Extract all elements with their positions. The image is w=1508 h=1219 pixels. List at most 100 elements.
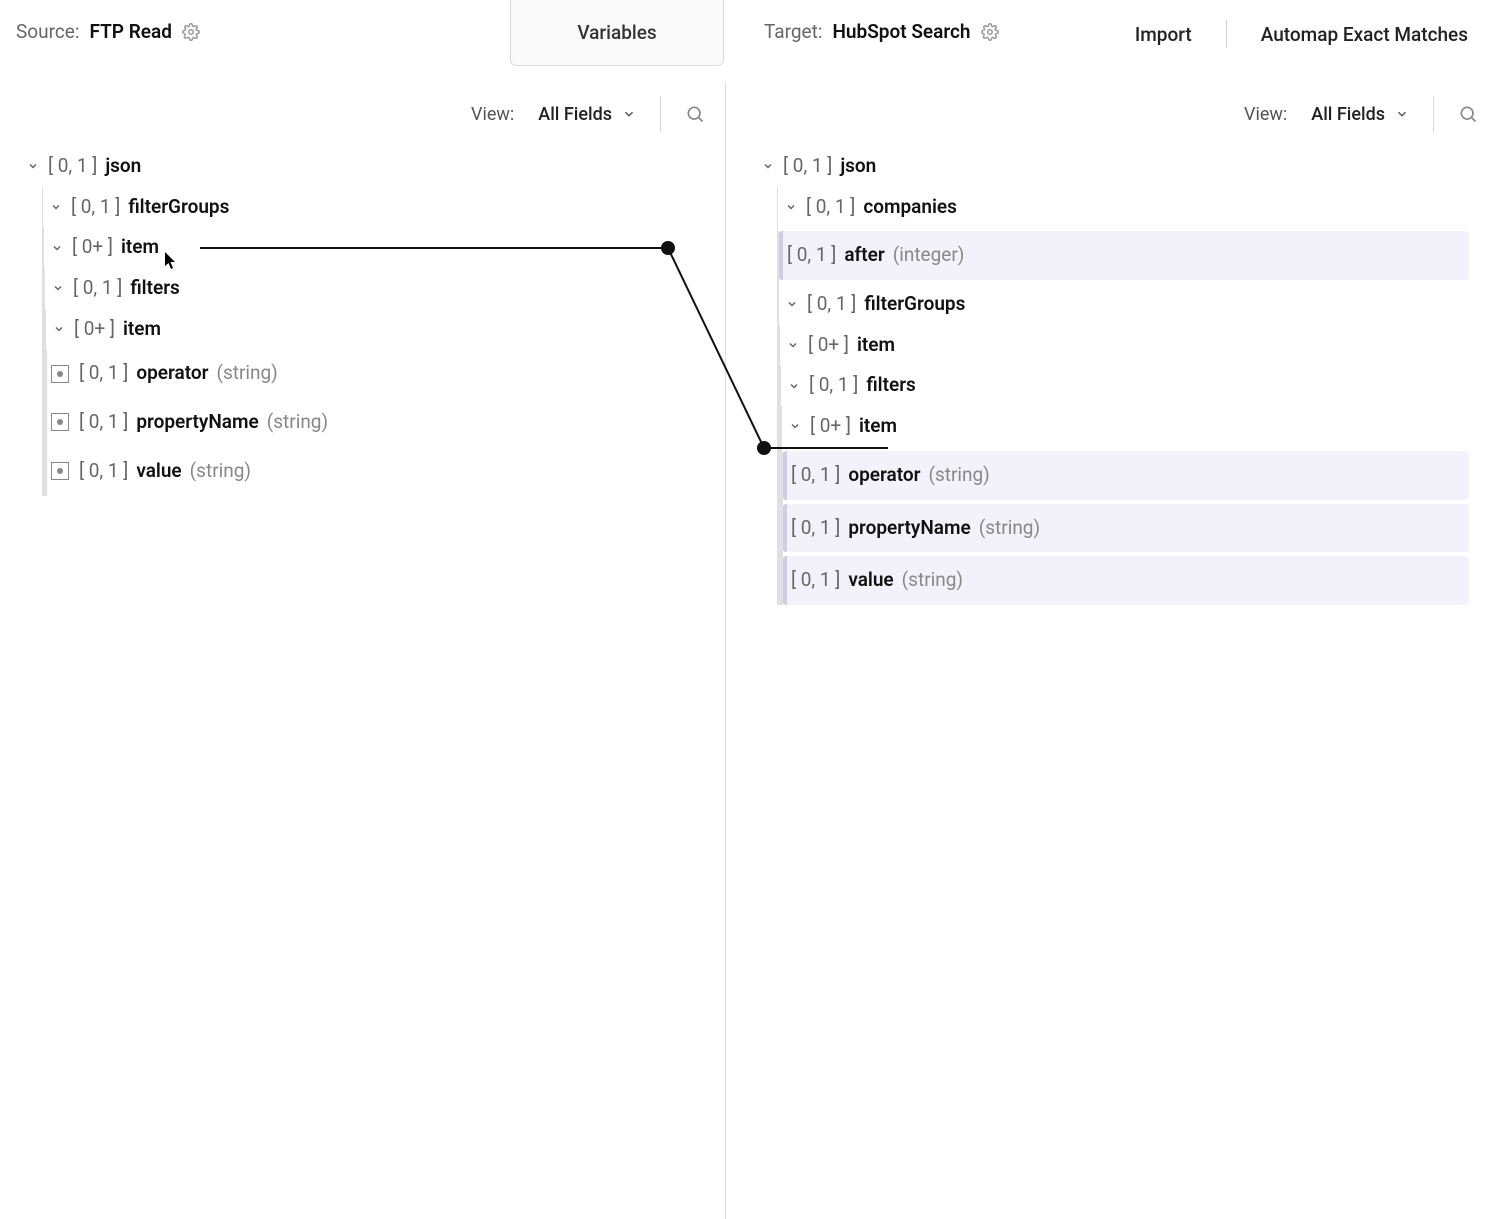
tree-node-item[interactable]: [ 0+ ] item [44, 227, 715, 268]
gear-icon[interactable] [981, 23, 999, 41]
cardinality: [ 0, 1 ] [79, 410, 128, 435]
import-button[interactable]: Import [1135, 23, 1192, 46]
chevron-down-icon[interactable] [49, 279, 67, 297]
chevron-down-icon [1395, 107, 1409, 121]
node-type: (string) [928, 463, 989, 488]
gear-icon[interactable] [182, 23, 200, 41]
automap-button[interactable]: Automap Exact Matches [1261, 23, 1468, 46]
view-value: All Fields [538, 104, 612, 125]
cardinality: [ 0, 1 ] [783, 154, 832, 179]
cardinality: [ 0, 1 ] [787, 243, 836, 268]
tree-node-json[interactable]: [ 0, 1 ] json [20, 146, 715, 187]
view-label: View: [1244, 104, 1287, 125]
node-type: (string) [190, 459, 251, 484]
source-label: Source: [16, 20, 79, 43]
source-value: FTP Read [89, 20, 171, 43]
chevron-down-icon [622, 107, 636, 121]
node-name: filterGroups [128, 195, 229, 220]
tree-leaf-value[interactable]: [ 0, 1 ] value (string) [47, 447, 715, 496]
target-block: Target: HubSpot Search [724, 0, 1015, 43]
node-name: operator [136, 361, 208, 386]
cardinality: [ 0, 1 ] [79, 361, 128, 386]
tree-node-filtergroups[interactable]: [ 0, 1 ] filterGroups [779, 284, 1475, 325]
tree-leaf-operator[interactable]: [ 0, 1 ] operator (string) [47, 349, 715, 398]
field-icon [51, 462, 69, 480]
view-select[interactable]: All Fields [538, 104, 636, 125]
tree-leaf-after[interactable]: [ 0, 1 ] after (integer) [779, 231, 1469, 280]
node-type: (string) [902, 568, 963, 593]
search-icon[interactable] [685, 104, 705, 124]
tree-node-item[interactable]: [ 0+ ] item [782, 406, 1475, 447]
chevron-down-icon[interactable] [47, 198, 65, 216]
chevron-down-icon[interactable] [782, 198, 800, 216]
chevron-down-icon[interactable] [785, 377, 803, 395]
field-icon [51, 365, 69, 383]
cardinality: [ 0, 1 ] [809, 373, 858, 398]
target-value: HubSpot Search [832, 20, 970, 43]
panels: [ 0, 1 ] json [ 0, 1 ] filterGroups [ 0+… [0, 142, 1508, 619]
cardinality: [ 0, 1 ] [73, 276, 122, 301]
cardinality: [ 0, 1 ] [806, 195, 855, 220]
chevron-down-icon[interactable] [759, 157, 777, 175]
tree-leaf-operator[interactable]: [ 0, 1 ] operator (string) [783, 451, 1469, 500]
node-name: item [123, 317, 161, 342]
node-type: (string) [267, 410, 328, 435]
cardinality: [ 0+ ] [810, 414, 851, 439]
search-icon[interactable] [1458, 104, 1478, 124]
controls-row: View: All Fields View: All Fields [0, 66, 1508, 142]
chevron-down-icon[interactable] [784, 336, 802, 354]
cardinality: [ 0, 1 ] [791, 516, 840, 541]
tree-node-filtergroups[interactable]: [ 0, 1 ] filterGroups [43, 187, 715, 228]
cardinality: [ 0, 1 ] [79, 459, 128, 484]
tree-node-json[interactable]: [ 0, 1 ] json [755, 146, 1475, 187]
view-select[interactable]: All Fields [1311, 104, 1409, 125]
node-name: companies [863, 195, 957, 220]
chevron-down-icon[interactable] [50, 320, 68, 338]
tree-node-companies[interactable]: [ 0, 1 ] companies [778, 187, 1475, 228]
tree-leaf-propertyname[interactable]: [ 0, 1 ] propertyName (string) [47, 398, 715, 447]
tab-variables[interactable]: Variables [510, 0, 724, 66]
tree-leaf-propertyname[interactable]: [ 0, 1 ] propertyName (string) [783, 504, 1469, 553]
chevron-down-icon[interactable] [786, 417, 804, 435]
node-name: propertyName [848, 516, 970, 541]
cardinality: [ 0+ ] [72, 235, 113, 260]
target-tree: [ 0, 1 ] json [ 0, 1 ] companies [ 0, 1 … [725, 142, 1485, 619]
node-name: value [136, 459, 181, 484]
variables-tab-label: Variables [577, 21, 656, 44]
node-name: filters [866, 373, 916, 398]
node-name: after [844, 243, 884, 268]
view-value: All Fields [1311, 104, 1385, 125]
field-icon [51, 413, 69, 431]
chevron-down-icon[interactable] [48, 239, 66, 257]
chevron-down-icon[interactable] [24, 157, 42, 175]
node-name: value [848, 568, 893, 593]
source-tree: [ 0, 1 ] json [ 0, 1 ] filterGroups [ 0+… [0, 142, 725, 619]
node-name: filters [130, 276, 180, 301]
chevron-down-icon[interactable] [783, 295, 801, 313]
node-name: operator [848, 463, 920, 488]
node-type: (integer) [893, 243, 965, 268]
cardinality: [ 0, 1 ] [48, 154, 97, 179]
node-name: item [859, 414, 897, 439]
tree-node-filters[interactable]: [ 0, 1 ] filters [45, 268, 715, 309]
cardinality: [ 0, 1 ] [807, 292, 856, 317]
controls-target: View: All Fields [725, 96, 1508, 132]
cardinality: [ 0, 1 ] [791, 568, 840, 593]
node-type: (string) [979, 516, 1040, 541]
tree-node-item[interactable]: [ 0+ ] item [780, 325, 1475, 366]
cardinality: [ 0+ ] [74, 317, 115, 342]
tree-node-item[interactable]: [ 0+ ] item [46, 309, 715, 350]
source-block: Source: FTP Read [0, 0, 510, 43]
header-actions: Import Automap Exact Matches [1135, 0, 1508, 48]
tree-node-filters[interactable]: [ 0, 1 ] filters [781, 365, 1475, 406]
separator [660, 96, 661, 132]
node-name: json [105, 154, 141, 179]
node-name: propertyName [136, 410, 258, 435]
controls-source: View: All Fields [0, 96, 725, 132]
separator [1226, 20, 1227, 48]
view-label: View: [471, 104, 514, 125]
tree-leaf-value[interactable]: [ 0, 1 ] value (string) [783, 556, 1469, 605]
cardinality: [ 0, 1 ] [71, 195, 120, 220]
node-name: filterGroups [864, 292, 965, 317]
node-type: (string) [216, 361, 277, 386]
